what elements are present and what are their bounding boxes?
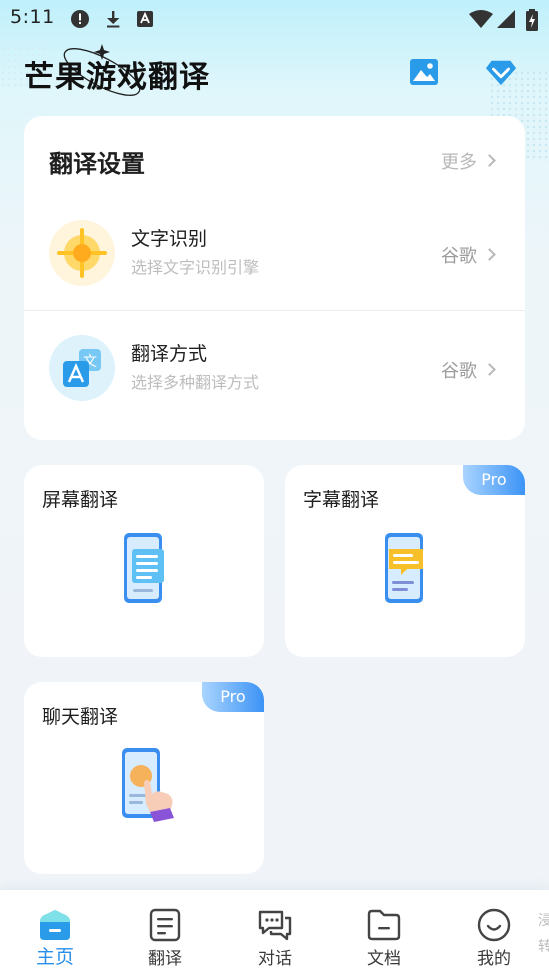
row-title: 文字识别	[131, 228, 208, 250]
status-bar: 5:11	[0, 0, 549, 36]
more-label: 更多	[441, 152, 477, 173]
row-subtitle: 选择文字识别引擎	[131, 258, 260, 277]
download-icon	[107, 11, 120, 28]
smile-icon	[477, 908, 511, 942]
translate-doc-icon	[149, 908, 181, 942]
chevron-right-icon	[483, 154, 496, 167]
translate-notify-icon	[137, 11, 153, 27]
nav-chat[interactable]: 对话	[235, 890, 315, 976]
folder-icon	[367, 909, 401, 941]
alert-icon	[71, 10, 89, 28]
nav-label: 主页	[35, 946, 74, 968]
ocr-target-icon	[49, 220, 115, 286]
chevron-right-icon	[483, 363, 496, 376]
settings-title: 翻译设置	[49, 150, 145, 178]
ocr-setting-row[interactable]: 文字识别 选择文字识别引擎 谷歌	[24, 198, 525, 314]
nav-label: 翻译	[148, 949, 182, 969]
row-value: 谷歌	[441, 361, 477, 382]
vip-diamond-icon[interactable]	[485, 56, 517, 88]
nav-document[interactable]: 文档	[344, 890, 424, 976]
signal-icon	[497, 10, 515, 28]
screen-translate-card[interactable]: 屏幕翻译	[24, 465, 264, 657]
row-title: 翻译方式	[131, 343, 208, 365]
nav-label: 我的	[477, 949, 511, 969]
phone-screen-text-icon	[124, 533, 164, 603]
chat-translate-card[interactable]: 聊天翻译 Pro	[24, 682, 264, 874]
feature-title: 聊天翻译	[42, 706, 119, 728]
row-subtitle: 选择多种翻译方式	[131, 373, 260, 392]
pro-badge: Pro	[202, 682, 264, 712]
edge-text: 浸	[538, 913, 549, 929]
bottom-navigation: 主页 翻译 对话 文档 我的 浸 转	[0, 890, 549, 976]
phone-tap-hand-icon	[122, 748, 174, 822]
nav-home[interactable]: 主页	[15, 890, 95, 976]
edge-text: 转	[538, 939, 549, 955]
status-time: 5:11	[10, 6, 55, 28]
nav-label: 对话	[258, 949, 292, 969]
phone-subtitle-icon	[385, 533, 423, 603]
app-title: 芒果游戏翻译	[24, 60, 210, 95]
translate-lang-icon: 文	[49, 335, 115, 401]
chevron-right-icon	[483, 248, 496, 261]
home-icon	[40, 910, 70, 940]
nav-label: 文档	[367, 949, 401, 969]
pro-badge: Pro	[463, 465, 525, 495]
battery-charging-icon	[526, 9, 538, 31]
feature-title: 屏幕翻译	[42, 489, 119, 511]
gallery-image-icon[interactable]	[408, 56, 440, 88]
row-value: 谷歌	[441, 246, 477, 267]
divider	[24, 310, 525, 311]
nav-profile[interactable]: 我的	[454, 890, 534, 976]
translation-settings-card: 翻译设置 更多 文字识别 选择文字识别引擎 谷歌 文 翻译方式 选择多种翻译方式…	[24, 116, 525, 440]
nav-translate[interactable]: 翻译	[125, 890, 205, 976]
subtitle-translate-card[interactable]: 字幕翻译 Pro	[285, 465, 525, 657]
feature-title: 字幕翻译	[303, 489, 380, 511]
wifi-icon	[469, 10, 493, 28]
translation-method-row[interactable]: 文 翻译方式 选择多种翻译方式 谷歌	[24, 313, 525, 429]
chat-icon	[258, 910, 292, 941]
